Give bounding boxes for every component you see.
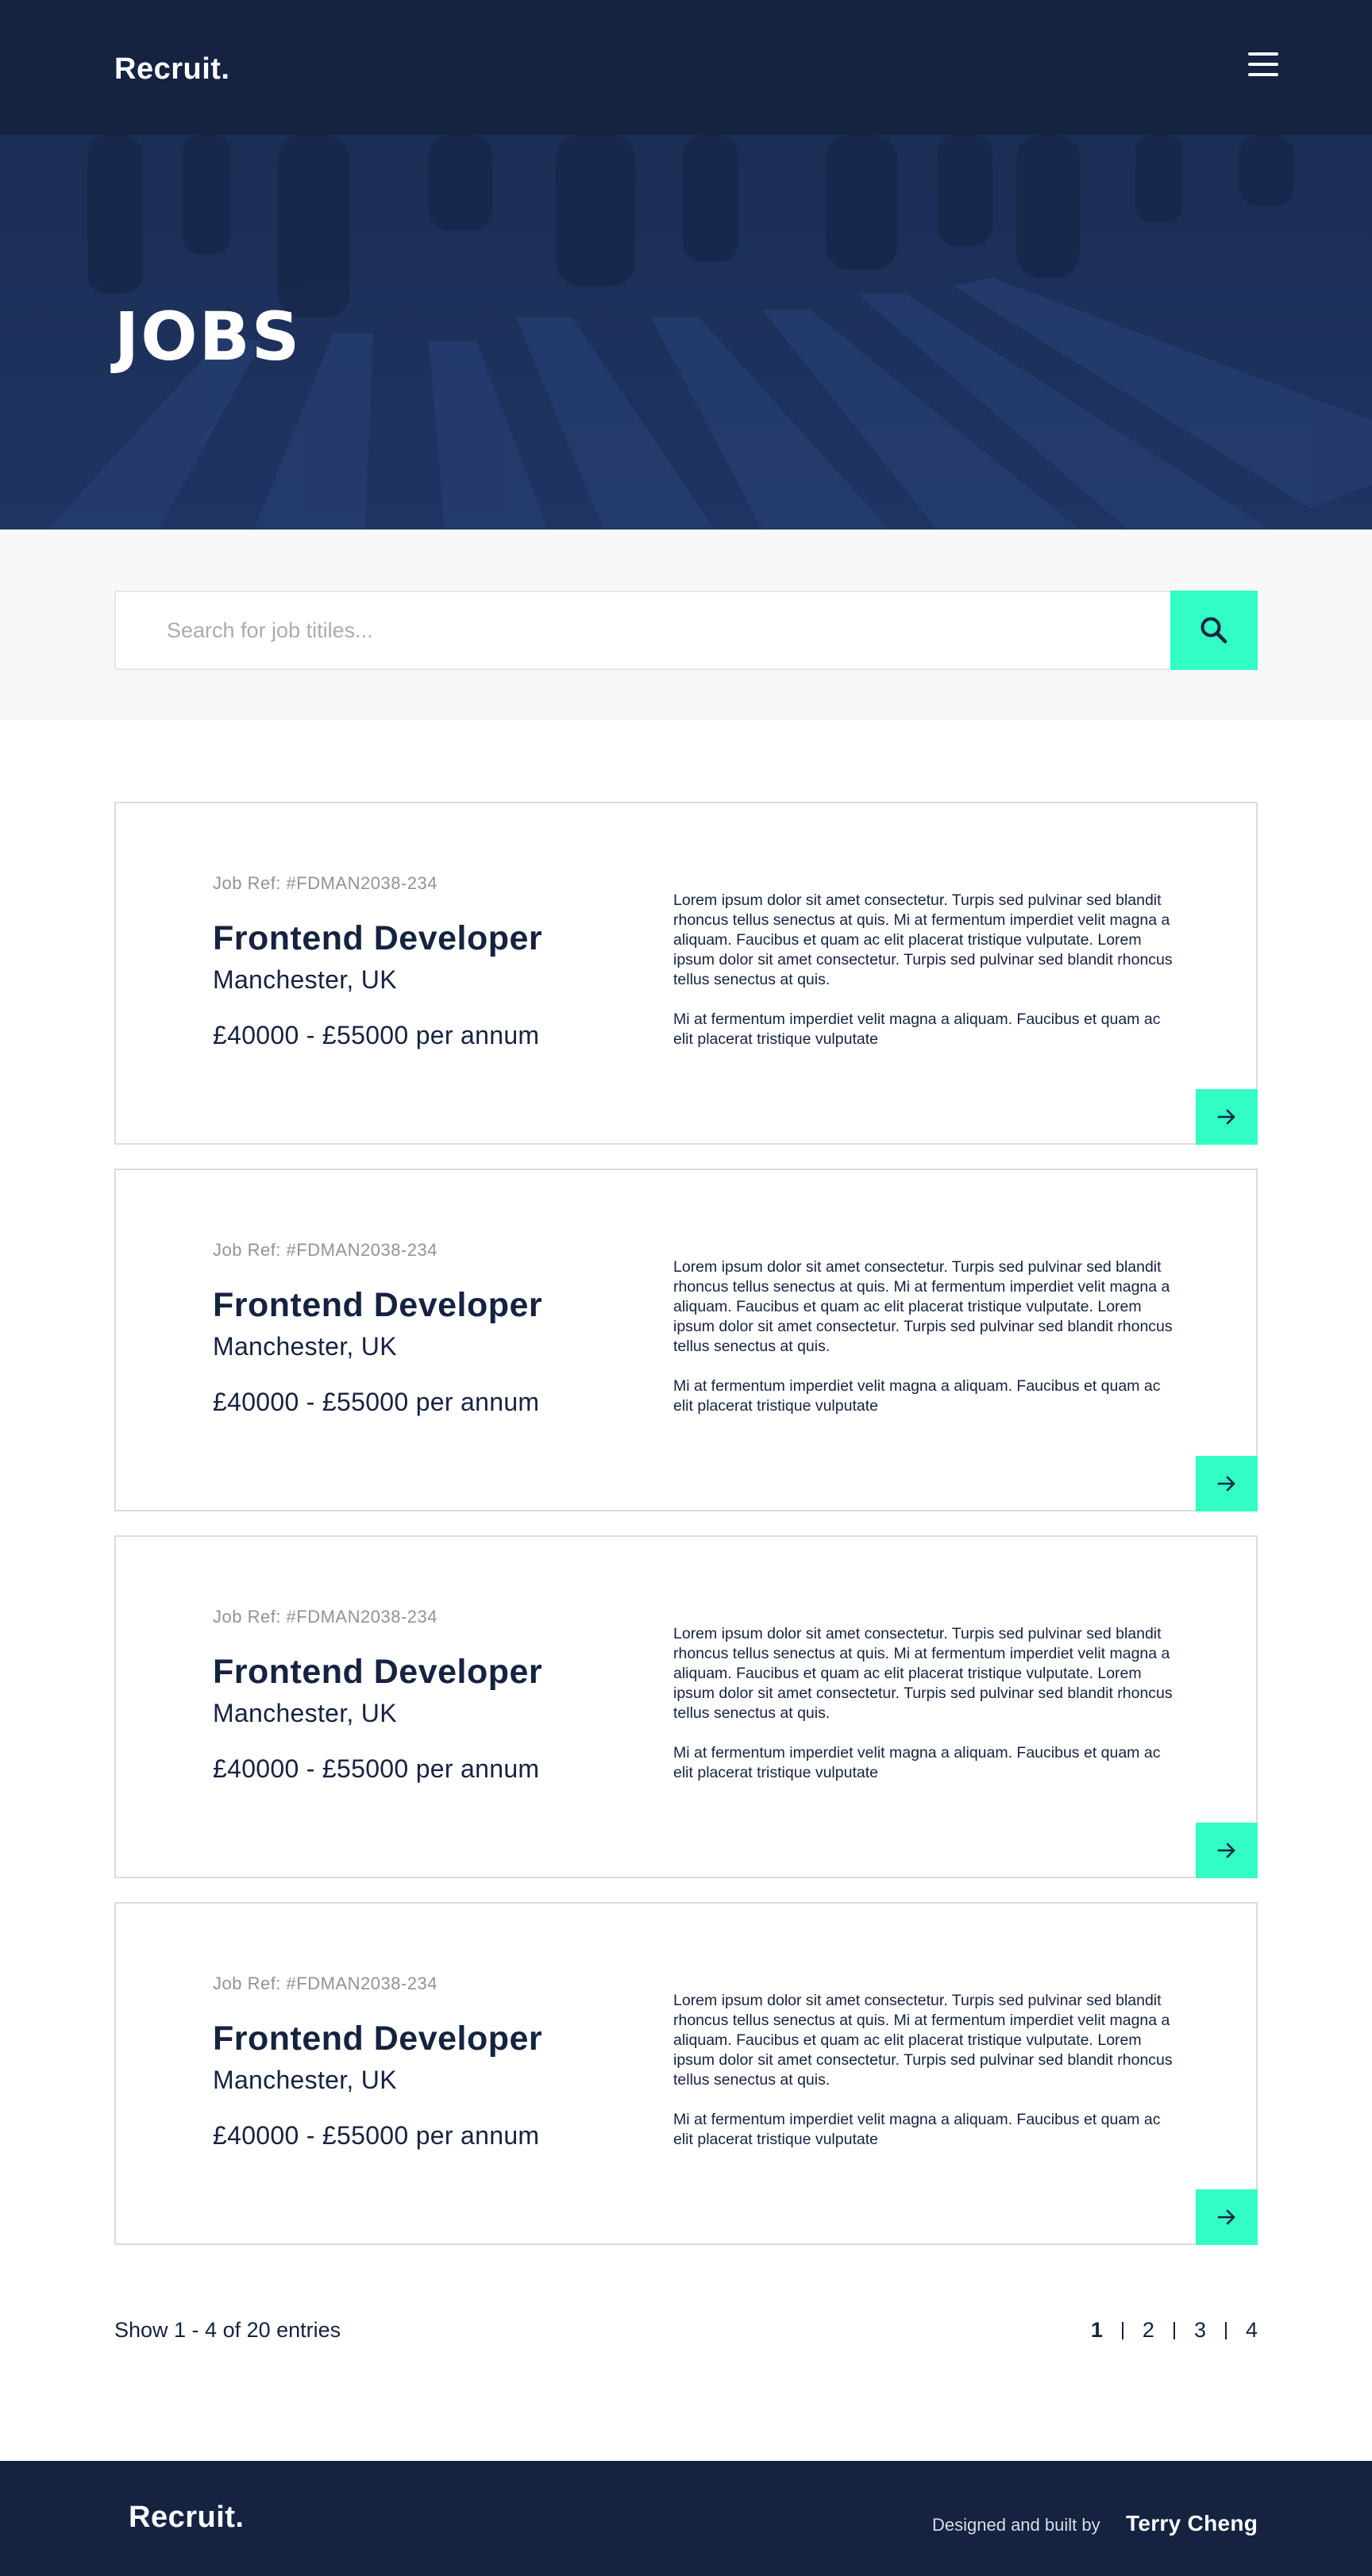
job-description-paragraph: Mi at fermentum imperdiet velit magna a … (673, 1377, 1161, 1415)
job-title: Frontend Developer (213, 919, 543, 957)
search-button[interactable] (1170, 591, 1258, 670)
job-card: Job Ref: #FDMAN2038-234 Frontend Develop… (114, 1902, 1258, 2245)
job-ref: Job Ref: #FDMAN2038-234 (213, 1973, 437, 1993)
footer-author-link[interactable]: Terry Cheng (1126, 2511, 1258, 2536)
job-description-paragraph: Lorem ipsum dolor sit amet consectetur. … (673, 891, 1173, 988)
page-title: JOBS (114, 298, 302, 375)
entries-summary: Show 1 - 4 of 20 entries (114, 2318, 341, 2342)
pagination: 1 2 3 4 (1091, 2318, 1258, 2343)
arrow-right-icon (1217, 1109, 1235, 1125)
view-job-button[interactable] (1196, 2189, 1258, 2245)
arrow-right-icon (1217, 2209, 1235, 2225)
search-section (0, 529, 1372, 720)
arrow-right-icon (1217, 1842, 1235, 1858)
hamburger-menu-icon[interactable] (1248, 52, 1278, 76)
view-job-button[interactable] (1196, 1089, 1258, 1145)
footer-credit: Designed and built by (932, 2515, 1100, 2535)
site-footer: Recruit. Designed and built by Terry Che… (0, 2461, 1372, 2576)
job-title: Frontend Developer (213, 1653, 543, 1691)
job-salary: £40000 - £55000 per annum (213, 2121, 540, 2150)
pagination-divider (1121, 2321, 1123, 2339)
job-description-paragraph: Mi at fermentum imperdiet velit magna a … (673, 2111, 1161, 2148)
search-input[interactable] (167, 592, 1120, 668)
pagination-divider (1173, 2321, 1175, 2339)
page-link-2[interactable]: 2 (1143, 2318, 1154, 2343)
footer-logo[interactable]: Recruit. (129, 2501, 244, 2535)
search-icon (1200, 617, 1227, 644)
job-description-paragraph: Lorem ipsum dolor sit amet consectetur. … (673, 1992, 1173, 2089)
view-job-button[interactable] (1196, 1456, 1258, 1511)
site-header: Recruit. (0, 0, 1372, 135)
site-logo[interactable]: Recruit. (114, 52, 229, 87)
job-location: Manchester, UK (213, 1699, 397, 1727)
view-job-button[interactable] (1196, 1823, 1258, 1878)
job-card: Job Ref: #FDMAN2038-234 Frontend Develop… (114, 1535, 1258, 1878)
job-description: Lorem ipsum dolor sit amet consectetur. … (673, 1624, 1181, 1783)
job-location: Manchester, UK (213, 1332, 397, 1361)
job-description: Lorem ipsum dolor sit amet consectetur. … (673, 1257, 1181, 1416)
job-location: Manchester, UK (213, 2066, 397, 2094)
page-link-4[interactable]: 4 (1246, 2318, 1258, 2343)
job-salary: £40000 - £55000 per annum (213, 1021, 540, 1049)
job-ref: Job Ref: #FDMAN2038-234 (213, 1240, 437, 1260)
page-link-1[interactable]: 1 (1091, 2318, 1103, 2343)
pagination-divider (1224, 2321, 1227, 2339)
job-description-paragraph: Mi at fermentum imperdiet velit magna a … (673, 1744, 1161, 1781)
job-salary: £40000 - £55000 per annum (213, 1754, 540, 1783)
job-card: Job Ref: #FDMAN2038-234 Frontend Develop… (114, 1169, 1258, 1511)
job-card: Job Ref: #FDMAN2038-234 Frontend Develop… (114, 802, 1258, 1145)
job-location: Manchester, UK (213, 965, 397, 994)
search-box (114, 591, 1170, 670)
job-ref: Job Ref: #FDMAN2038-234 (213, 1607, 437, 1627)
job-description-paragraph: Lorem ipsum dolor sit amet consectetur. … (673, 1258, 1173, 1355)
job-ref: Job Ref: #FDMAN2038-234 (213, 873, 437, 893)
arrow-right-icon (1217, 1476, 1235, 1492)
job-title: Frontend Developer (213, 2020, 543, 2058)
job-salary: £40000 - £55000 per annum (213, 1388, 540, 1416)
job-description-paragraph: Mi at fermentum imperdiet velit magna a … (673, 1011, 1161, 1048)
job-description: Lorem ipsum dolor sit amet consectetur. … (673, 1991, 1181, 2150)
job-title: Frontend Developer (213, 1286, 543, 1324)
hero-banner: JOBS (0, 135, 1372, 529)
job-description: Lorem ipsum dolor sit amet consectetur. … (673, 891, 1181, 1049)
page-link-3[interactable]: 3 (1194, 2318, 1206, 2343)
job-description-paragraph: Lorem ipsum dolor sit amet consectetur. … (673, 1625, 1173, 1722)
